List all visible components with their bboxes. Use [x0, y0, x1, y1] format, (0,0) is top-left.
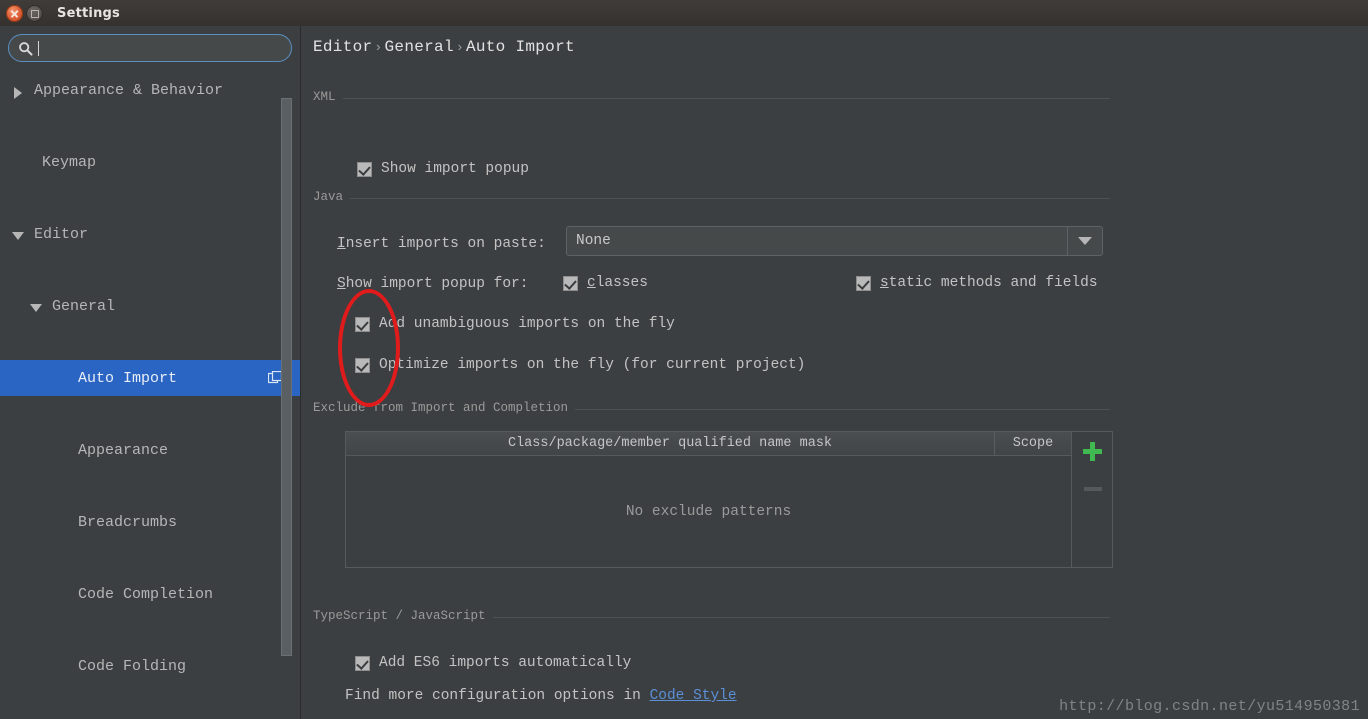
sidebar-item-breadcrumbs[interactable]: Breadcrumbs [0, 504, 300, 540]
chevron-down-icon[interactable] [30, 304, 42, 312]
chevron-down-icon[interactable] [1067, 227, 1102, 255]
table-column-header-scope[interactable]: Scope [995, 432, 1071, 455]
chevron-down-icon[interactable] [12, 232, 24, 240]
sidebar-item-code-completion[interactable]: Code Completion [0, 576, 300, 612]
table-header-row: Class/package/member qualified name mask… [346, 432, 1071, 456]
search-icon [18, 41, 33, 56]
sidebar-item-label: Appearance & Behavior [34, 81, 224, 99]
minus-icon [1083, 487, 1102, 491]
sidebar-scrollbar-track[interactable] [281, 72, 296, 719]
sidebar-item-appearance-behavior[interactable]: Appearance & Behavior [0, 72, 300, 108]
sidebar-item-label: Breadcrumbs [78, 513, 178, 531]
breadcrumb-separator: › [455, 40, 464, 55]
table-column-header-mask[interactable]: Class/package/member qualified name mask [346, 432, 995, 455]
sidebar-item-general[interactable]: General [0, 288, 300, 324]
checkbox-label: static methods and fields [880, 275, 1098, 291]
section-divider [313, 198, 1110, 199]
sidebar-item-label: Editor [34, 225, 89, 243]
checkbox-add-unambiguous-imports[interactable]: Add unambiguous imports on the fly [355, 316, 675, 332]
checkbox-indicator[interactable] [357, 161, 372, 177]
insert-imports-mnemonic: I [337, 236, 346, 252]
sidebar-item-label: Appearance [78, 441, 169, 459]
checkbox-indicator[interactable] [355, 357, 370, 373]
checkbox-indicator[interactable] [355, 316, 370, 332]
sidebar-item-editor[interactable]: Editor [0, 216, 300, 252]
insert-imports-label: Insert imports on paste: [337, 236, 546, 252]
table-empty-message: No exclude patterns [625, 504, 792, 520]
breadcrumb-separator: › [374, 40, 383, 55]
settings-main-panel: Editor › General › Auto Import XML Show impo… [301, 26, 1368, 719]
show-import-popup-for-label: Show import popup for: [337, 276, 528, 292]
search-box[interactable] [8, 34, 292, 62]
table-action-buttons [1072, 431, 1113, 568]
exclude-patterns-table[interactable]: Class/package/member qualified name mask… [345, 431, 1072, 568]
window-titlebar: Settings [0, 0, 1368, 26]
section-title-java: Java [313, 190, 351, 204]
checkbox-indicator[interactable] [856, 275, 871, 291]
sidebar-item-code-folding[interactable]: Code Folding [0, 648, 300, 684]
chevron-right-icon[interactable] [14, 87, 22, 99]
checkbox-label: classes [587, 275, 648, 291]
show-popup-label-text: how import popup for: [345, 276, 529, 292]
add-pattern-button[interactable] [1072, 432, 1113, 470]
checkbox-add-es6-imports[interactable]: Add ES6 imports automatically [355, 655, 631, 671]
checkbox-label: Optimize imports on the fly (for current… [379, 357, 806, 373]
dropdown-selected-value: None [576, 233, 611, 249]
checkbox-optimize-imports[interactable]: Optimize imports on the fly (for current… [355, 357, 805, 373]
remove-pattern-button[interactable] [1072, 470, 1113, 508]
checkbox-label: Show import popup [381, 161, 529, 177]
project-scope-icon [267, 370, 283, 385]
search-input[interactable] [38, 36, 291, 60]
sidebar-scrollbar-thumb[interactable] [281, 98, 292, 656]
section-title-typescript: TypeScript / JavaScript [313, 609, 493, 623]
breadcrumb: Editor › General › Auto Import [313, 38, 575, 56]
section-title-xml: XML [313, 90, 343, 104]
table-body[interactable]: No exclude patterns [346, 456, 1071, 568]
find-more-options-text: Find more configuration options in Code … [345, 688, 737, 704]
sidebar-item-label: Keymap [42, 153, 97, 171]
section-title-exclude: Exclude from Import and Completion [313, 401, 576, 415]
sidebar-item-keymap[interactable]: Keymap [0, 144, 300, 180]
breadcrumb-part-general[interactable]: General [385, 38, 454, 56]
checkbox-label: Add unambiguous imports on the fly [379, 316, 675, 332]
breadcrumb-part-auto-import: Auto Import [465, 38, 575, 56]
breadcrumb-part-editor[interactable]: Editor [313, 38, 372, 56]
maximize-icon[interactable] [26, 4, 43, 22]
sidebar-item-label: General [52, 297, 116, 315]
close-icon[interactable] [6, 4, 23, 22]
find-more-prefix: Find more configuration options in [345, 688, 650, 704]
window-title: Settings [57, 5, 120, 21]
sidebar-item-label: Auto Import [78, 369, 178, 387]
checkbox-show-import-popup[interactable]: Show import popup [357, 161, 529, 177]
watermark-url: http://blog.csdn.net/yu514950381 [1059, 698, 1360, 715]
settings-sidebar: Appearance & Behavior Keymap Editor Gene… [0, 26, 301, 719]
checkbox-indicator[interactable] [355, 655, 370, 671]
code-style-link[interactable]: Code Style [650, 688, 737, 704]
checkbox-static-methods-and-fields[interactable]: static methods and fields [856, 275, 1098, 291]
plus-icon [1083, 441, 1102, 461]
checkbox-indicator[interactable] [563, 275, 578, 291]
show-popup-mnemonic: S [337, 276, 346, 292]
sidebar-item-label: Code Completion [78, 585, 214, 603]
checkbox-label: Add ES6 imports automatically [379, 655, 632, 671]
insert-imports-label-text: nsert imports on paste: [345, 236, 546, 252]
checkbox-classes[interactable]: classes [563, 275, 648, 291]
sidebar-item-appearance[interactable]: Appearance [0, 432, 300, 468]
settings-tree: Appearance & Behavior Keymap Editor Gene… [0, 72, 300, 719]
insert-imports-on-paste-dropdown[interactable]: None [566, 226, 1103, 256]
sidebar-item-auto-import[interactable]: Auto Import [0, 360, 300, 396]
sidebar-item-label: Code Folding [78, 657, 187, 675]
section-divider [313, 98, 1110, 99]
